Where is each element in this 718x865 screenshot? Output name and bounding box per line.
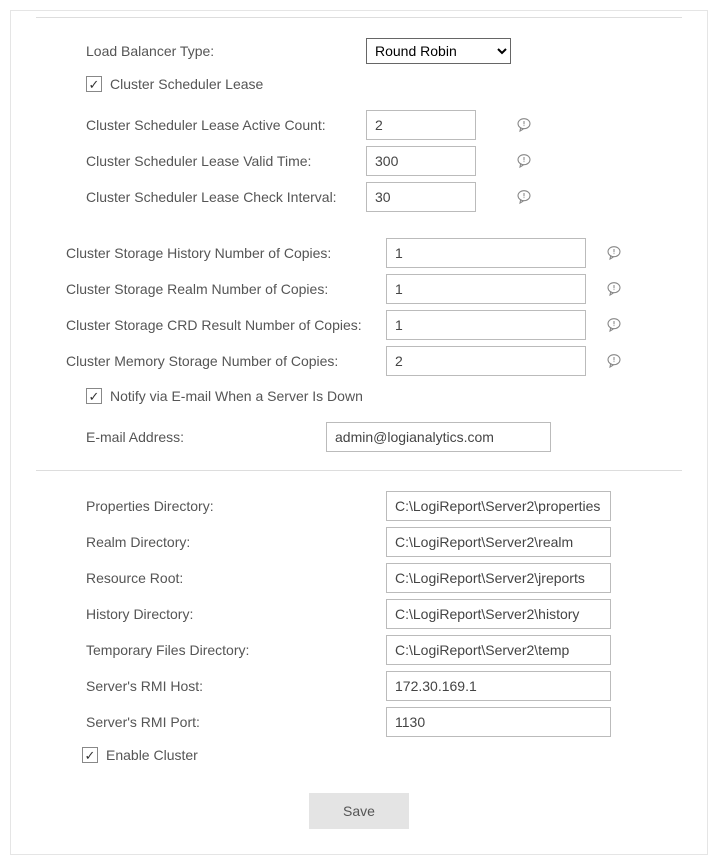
- row-lease-check: Cluster Scheduler Lease Check Interval:: [36, 182, 682, 212]
- cluster-lease-checkbox[interactable]: ✓: [86, 76, 102, 92]
- lease-active-input[interactable]: [366, 110, 476, 140]
- help-icon[interactable]: [516, 189, 532, 205]
- copies-history-input[interactable]: [386, 238, 586, 268]
- rmi-port-input[interactable]: [386, 707, 611, 737]
- notify-checkbox[interactable]: ✓: [86, 388, 102, 404]
- enable-cluster-row: ✓ Enable Cluster: [36, 747, 682, 763]
- realm-dir-input[interactable]: [386, 527, 611, 557]
- lease-active-label: Cluster Scheduler Lease Active Count:: [86, 117, 366, 133]
- hist-dir-label: History Directory:: [86, 606, 386, 622]
- row-email: E-mail Address:: [36, 422, 682, 452]
- realm-dir-label: Realm Directory:: [86, 534, 386, 550]
- copies-memory-label: Cluster Memory Storage Number of Copies:: [66, 353, 386, 369]
- lb-type-select[interactable]: Round Robin: [366, 38, 511, 64]
- lb-type-label: Load Balancer Type:: [86, 43, 366, 59]
- row-copies-crd: Cluster Storage CRD Result Number of Cop…: [36, 310, 682, 340]
- help-icon[interactable]: [516, 153, 532, 169]
- enable-cluster-label: Enable Cluster: [106, 747, 198, 763]
- divider: [36, 17, 682, 18]
- save-button[interactable]: Save: [309, 793, 409, 829]
- row-copies-history: Cluster Storage History Number of Copies…: [36, 238, 682, 268]
- props-dir-label: Properties Directory:: [86, 498, 386, 514]
- rmi-host-label: Server's RMI Host:: [86, 678, 386, 694]
- copies-history-label: Cluster Storage History Number of Copies…: [66, 245, 386, 261]
- row-lease-active: Cluster Scheduler Lease Active Count:: [36, 110, 682, 140]
- cluster-config-panel: Load Balancer Type: Round Robin ✓ Cluste…: [10, 10, 708, 855]
- notify-checkbox-row: ✓ Notify via E-mail When a Server Is Dow…: [36, 388, 682, 404]
- help-icon[interactable]: [516, 117, 532, 133]
- copies-crd-input[interactable]: [386, 310, 586, 340]
- notify-label: Notify via E-mail When a Server Is Down: [110, 388, 363, 404]
- rmi-host-input[interactable]: [386, 671, 611, 701]
- copies-crd-label: Cluster Storage CRD Result Number of Cop…: [66, 317, 386, 333]
- row-realm-dir: Realm Directory:: [36, 527, 682, 557]
- lease-check-input[interactable]: [366, 182, 476, 212]
- lease-valid-label: Cluster Scheduler Lease Valid Time:: [86, 153, 366, 169]
- help-icon[interactable]: [606, 245, 622, 261]
- props-dir-input[interactable]: [386, 491, 611, 521]
- row-copies-memory: Cluster Memory Storage Number of Copies:: [36, 346, 682, 376]
- row-props-dir: Properties Directory:: [36, 491, 682, 521]
- divider: [36, 470, 682, 471]
- res-root-input[interactable]: [386, 563, 611, 593]
- row-lease-valid: Cluster Scheduler Lease Valid Time:: [36, 146, 682, 176]
- email-label: E-mail Address:: [86, 429, 326, 445]
- help-icon[interactable]: [606, 353, 622, 369]
- cluster-lease-checkbox-row: ✓ Cluster Scheduler Lease: [36, 76, 682, 92]
- rmi-port-label: Server's RMI Port:: [86, 714, 386, 730]
- copies-realm-label: Cluster Storage Realm Number of Copies:: [66, 281, 386, 297]
- temp-dir-label: Temporary Files Directory:: [86, 642, 386, 658]
- enable-cluster-checkbox[interactable]: ✓: [82, 747, 98, 763]
- row-hist-dir: History Directory:: [36, 599, 682, 629]
- hist-dir-input[interactable]: [386, 599, 611, 629]
- lease-valid-input[interactable]: [366, 146, 476, 176]
- res-root-label: Resource Root:: [86, 570, 386, 586]
- email-input[interactable]: [326, 422, 551, 452]
- lease-check-label: Cluster Scheduler Lease Check Interval:: [86, 189, 366, 205]
- temp-dir-input[interactable]: [386, 635, 611, 665]
- row-lb-type: Load Balancer Type: Round Robin: [36, 38, 682, 64]
- help-icon[interactable]: [606, 281, 622, 297]
- copies-memory-input[interactable]: [386, 346, 586, 376]
- copies-realm-input[interactable]: [386, 274, 586, 304]
- button-row: Save: [36, 793, 682, 829]
- row-rmi-host: Server's RMI Host:: [36, 671, 682, 701]
- row-res-root: Resource Root:: [36, 563, 682, 593]
- cluster-lease-label: Cluster Scheduler Lease: [110, 76, 263, 92]
- row-copies-realm: Cluster Storage Realm Number of Copies:: [36, 274, 682, 304]
- row-rmi-port: Server's RMI Port:: [36, 707, 682, 737]
- help-icon[interactable]: [606, 317, 622, 333]
- row-temp-dir: Temporary Files Directory:: [36, 635, 682, 665]
